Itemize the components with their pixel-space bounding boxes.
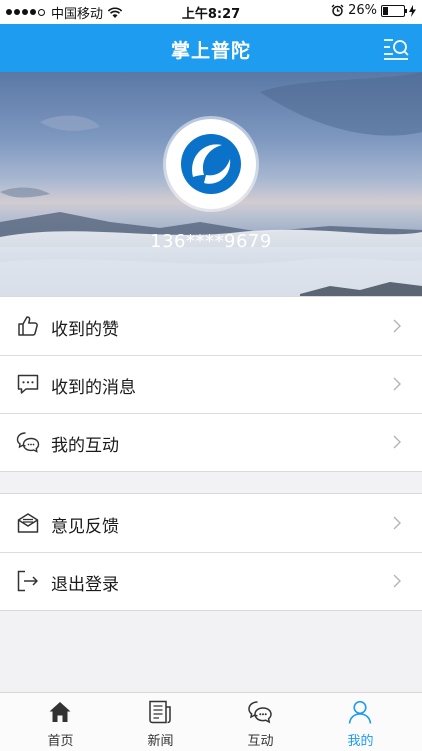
tab-label: 新闻 <box>147 734 174 749</box>
menu-item-logout[interactable]: 退出登录 <box>0 552 422 610</box>
chat-bubble-icon <box>17 374 39 394</box>
phone-number: 136****9679 <box>150 231 272 252</box>
menu-label: 退出登录 <box>51 575 119 595</box>
logout-icon <box>17 570 38 592</box>
app-logo-icon <box>181 134 241 194</box>
menu-item-messages[interactable]: 收到的消息 <box>0 355 422 413</box>
status-bar: 中国移动 上午8:27 26% <box>0 0 422 24</box>
status-right: 26% <box>331 3 416 18</box>
menu-label: 意见反馈 <box>51 517 119 537</box>
menu-item-interactions[interactable]: 我的互动 <box>0 413 422 471</box>
page-title: 掌上普陀 <box>170 40 251 62</box>
tab-label: 首页 <box>47 734 74 749</box>
home-icon <box>49 702 71 722</box>
menu-item-feedback[interactable]: 意见反馈 <box>0 494 422 552</box>
chevron-right-icon <box>393 319 401 333</box>
menu-search-icon[interactable] <box>382 35 410 61</box>
battery-percent: 26% <box>348 3 377 18</box>
envelope-icon <box>17 513 39 533</box>
menu-group-activity: 收到的赞 收到的消息 我的互动 <box>0 296 422 472</box>
charging-bolt-icon <box>409 4 416 17</box>
news-icon <box>149 700 171 724</box>
tab-news[interactable]: 新闻 <box>108 693 213 751</box>
tab-label: 互动 <box>247 734 274 749</box>
profile-header: 136****9679 <box>0 72 422 297</box>
menu-item-likes[interactable]: 收到的赞 <box>0 297 422 355</box>
tab-bar: 首页 新闻 互动 我的 <box>0 692 422 751</box>
battery-icon <box>381 4 407 17</box>
avatar[interactable] <box>166 119 256 209</box>
tab-interact[interactable]: 互动 <box>208 693 313 751</box>
tab-label: 我的 <box>347 734 374 749</box>
menu-label: 我的互动 <box>51 436 119 456</box>
chevron-right-icon <box>393 516 401 530</box>
chevron-right-icon <box>393 435 401 449</box>
thumbs-up-icon <box>18 316 38 336</box>
tab-mine[interactable]: 我的 <box>308 693 413 751</box>
navigation-bar: 掌上普陀 <box>0 24 422 72</box>
menu-label: 收到的赞 <box>51 320 119 340</box>
person-icon <box>348 700 372 724</box>
alarm-clock-icon <box>331 4 344 17</box>
menu-label: 收到的消息 <box>51 378 136 398</box>
chat-icon <box>248 701 272 724</box>
chevron-right-icon <box>393 377 401 391</box>
menu-group-account: 意见反馈 退出登录 <box>0 493 422 611</box>
tab-home[interactable]: 首页 <box>8 693 113 751</box>
chevron-right-icon <box>393 574 401 588</box>
two-bubbles-icon <box>16 432 40 453</box>
